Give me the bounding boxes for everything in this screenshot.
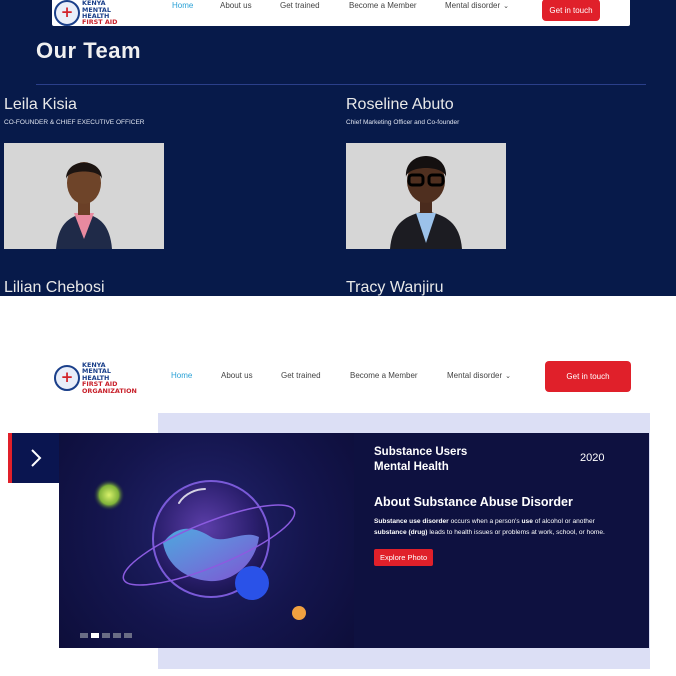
member-role: Chief Marketing Officer and Co-founder (346, 119, 460, 126)
slide-body-text: occurs when a person's (448, 518, 522, 525)
top-navbar: KENYA MENTAL HEALTH FIRST AID Home About… (52, 0, 630, 26)
member-name: Tracy Wanjiru (346, 279, 444, 296)
nav-home[interactable]: Home (172, 1, 193, 10)
logo-line: FIRST AID (82, 18, 118, 27)
nav-mental-disorder[interactable]: Mental disorder ⌄ (447, 371, 511, 380)
slide-illustration (59, 433, 354, 648)
slider-dot[interactable] (113, 633, 121, 638)
chevron-down-icon: ⌄ (503, 3, 510, 10)
nav-mental-disorder[interactable]: Mental disorder ⌄ (445, 1, 509, 10)
nav-get-trained[interactable]: Get trained (281, 371, 321, 380)
nav-about-us[interactable]: About us (221, 371, 253, 380)
explore-photo-button[interactable]: Explore Photo (374, 549, 434, 566)
slide-body-term: substance (drug) (374, 529, 428, 536)
slider-pagination (80, 633, 132, 638)
slide-heading: About Substance Abuse Disorder (374, 495, 573, 509)
hero-section: KENYA MENTAL HEALTH FIRST AID ORGANIZATI… (0, 357, 676, 676)
slide-subtitle-line: Substance Users (374, 446, 468, 458)
member-name: Lilian Chebosi (4, 279, 105, 296)
page: KENYA MENTAL HEALTH FIRST AID Home About… (0, 0, 676, 676)
member-photo (346, 143, 506, 249)
slide-body: Substance use disorder occurs when a per… (374, 516, 642, 538)
slide-body-term: Substance use disorder (374, 518, 449, 525)
slide-subtitle: Substance Users Mental Health (374, 445, 467, 475)
nav-become-member[interactable]: Become a Member (350, 371, 418, 380)
slide-body-term: use (521, 518, 533, 525)
slider-slide: Substance Users Mental Health 2020 About… (59, 433, 649, 648)
site-logo[interactable]: KENYA MENTAL HEALTH FIRST AID (54, 0, 117, 26)
get-in-touch-button[interactable]: Get in touch (545, 361, 631, 392)
chevron-down-icon: ⌄ (505, 373, 512, 380)
slide-body-text: leads to health issues or problems at wo… (427, 529, 605, 536)
slider-dot-active[interactable] (91, 633, 99, 638)
slider-dot[interactable] (80, 633, 88, 638)
nav-mental-disorder-label: Mental disorder (445, 1, 501, 10)
slide-subtitle-line: Mental Health (374, 461, 449, 473)
slide-year: 2020 (580, 452, 605, 464)
team-title: Our Team (36, 38, 142, 63)
member-name: Roseline Abuto (346, 96, 454, 113)
nav-mental-disorder-label: Mental disorder (447, 371, 503, 380)
member-photo (4, 143, 164, 249)
chevron-right-icon (30, 449, 41, 467)
slider-next-button[interactable] (8, 433, 59, 483)
logo-text: KENYA MENTAL HEALTH FIRST AID (82, 0, 117, 26)
member-photo-image (4, 143, 164, 249)
planet-illustration-icon (93, 479, 306, 620)
team-section: KENYA MENTAL HEALTH FIRST AID Home About… (0, 0, 676, 296)
member-photo-image (346, 143, 506, 249)
member-role: CO-FOUNDER & CHIEF EXECUTIVE OFFICER (4, 119, 145, 126)
nav-get-trained[interactable]: Get trained (280, 1, 320, 10)
get-in-touch-button[interactable]: Get in touch (542, 0, 600, 21)
section-gap (0, 296, 676, 357)
slider-dot[interactable] (102, 633, 110, 638)
site-logo[interactable]: KENYA MENTAL HEALTH FIRST AID ORGANIZATI… (54, 362, 137, 394)
slider-dot[interactable] (124, 633, 132, 638)
logo-text: KENYA MENTAL HEALTH FIRST AID ORGANIZATI… (82, 362, 137, 394)
nav-home[interactable]: Home (171, 371, 192, 380)
slide-body-text: of alcohol or another (532, 518, 595, 525)
divider (36, 84, 646, 85)
nav-become-member[interactable]: Become a Member (349, 1, 417, 10)
slide-content: Substance Users Mental Health 2020 About… (354, 433, 649, 648)
logo-seal-icon (54, 0, 80, 26)
member-name: Leila Kisia (4, 96, 77, 113)
logo-line: ORGANIZATION (82, 386, 137, 395)
logo-seal-icon (54, 365, 80, 392)
nav-about-us[interactable]: About us (220, 1, 252, 10)
